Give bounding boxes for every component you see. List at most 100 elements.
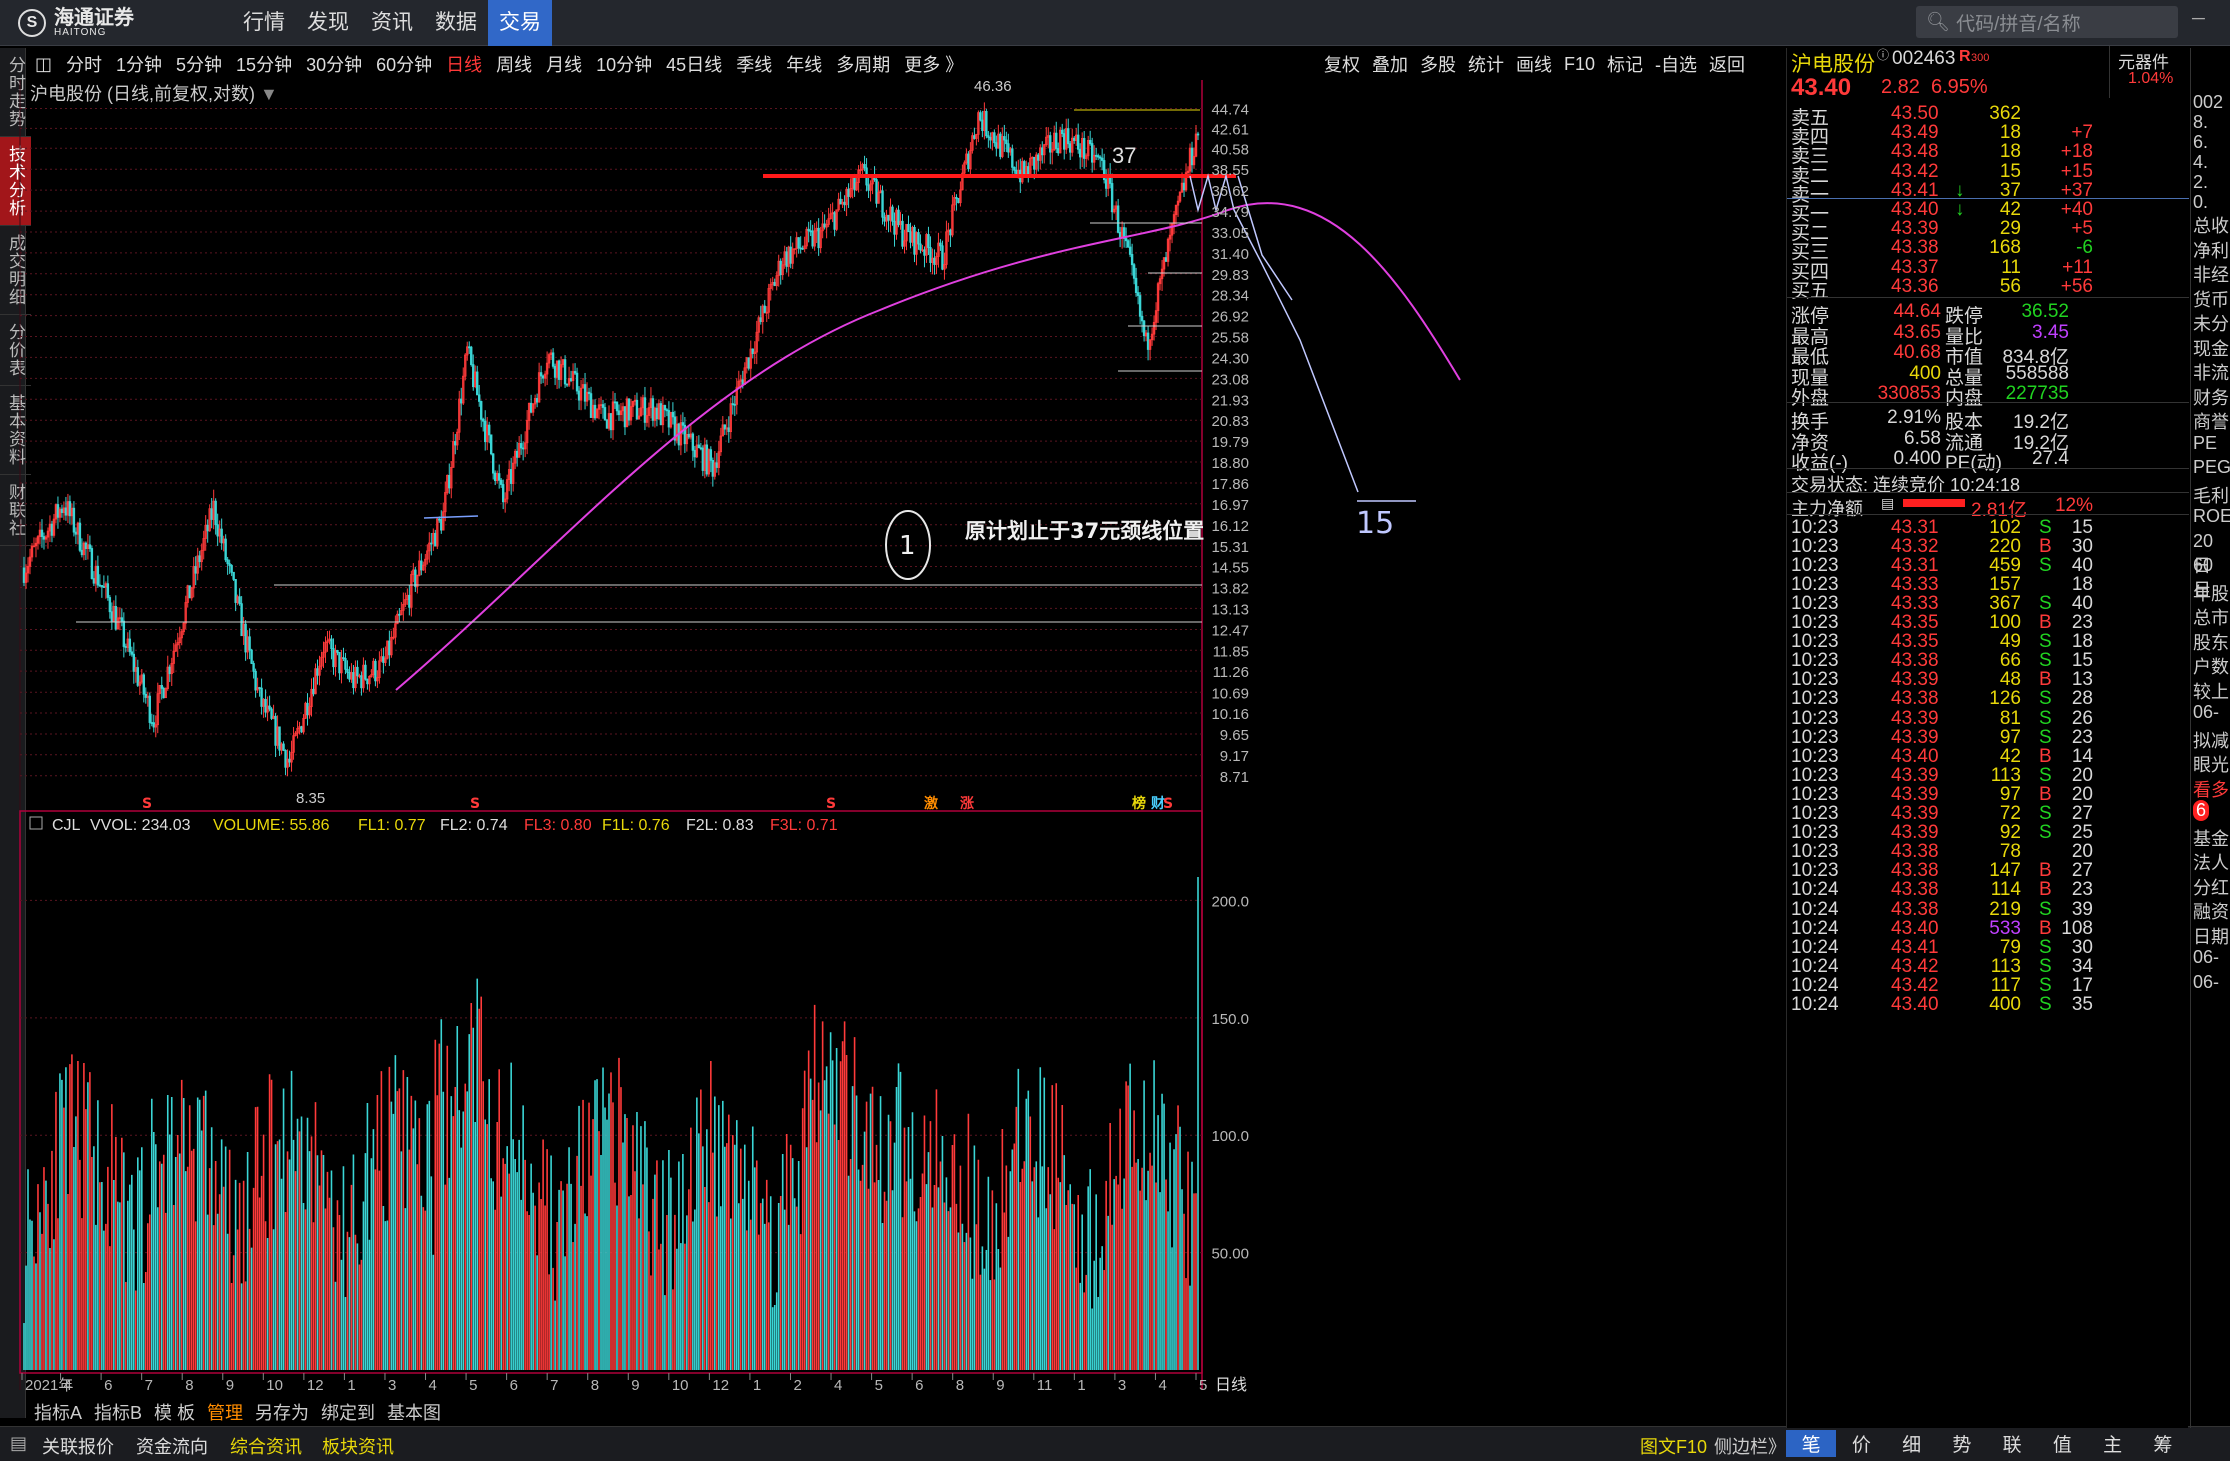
footer-related-quotes[interactable]: 关联报价: [42, 1433, 114, 1459]
footer-composite-news[interactable]: 综合资讯: [230, 1433, 302, 1459]
candle-body: [1090, 143, 1094, 163]
candle-body: [907, 223, 910, 233]
period-45day[interactable]: 45日线: [659, 51, 729, 77]
quote-tab-0[interactable]: 笔: [1786, 1430, 1837, 1457]
tool-back[interactable]: 返回: [1703, 51, 1751, 77]
quote-tab-1[interactable]: 价: [1836, 1430, 1886, 1457]
period-daily[interactable]: 日线: [439, 51, 489, 77]
candle-body: [270, 708, 273, 719]
period-more[interactable]: 更多 》: [897, 51, 970, 77]
candle-body: [244, 623, 247, 653]
candle-body: [1196, 133, 1200, 136]
period-60min[interactable]: 60分钟: [369, 51, 439, 77]
candle-body: [1138, 295, 1142, 317]
period-quarterly[interactable]: 季线: [729, 51, 779, 77]
period-5min[interactable]: 5分钟: [169, 51, 229, 77]
candle-body: [96, 565, 100, 586]
event-marker[interactable]: 榜: [1132, 795, 1146, 812]
nav-item-quotes[interactable]: 行情: [232, 0, 296, 46]
candle-body: [999, 133, 1002, 157]
tool-watchlist[interactable]: -自选: [1649, 51, 1703, 77]
nav-item-data[interactable]: 数据: [424, 0, 488, 46]
candle-body: [338, 652, 341, 674]
candle-body: [687, 433, 691, 438]
candle-body: [577, 390, 581, 401]
footer-sector-news[interactable]: 板块资讯: [322, 1433, 394, 1459]
candle-body: [60, 508, 64, 513]
quote-tab-4[interactable]: 联: [1987, 1430, 2037, 1457]
save-as-tab[interactable]: 另存为: [249, 1399, 315, 1425]
period-tick[interactable]: 分时: [59, 51, 109, 77]
indicator-tabs: 指标A 指标B 模 板 管理 另存为 绑定到 基本图: [28, 1398, 447, 1426]
candle-body: [881, 190, 884, 218]
nav-item-discover[interactable]: 发现: [296, 0, 360, 46]
tool-overlay[interactable]: 叠加: [1366, 51, 1414, 77]
fundamentals-partial-item: 眼光: [2193, 755, 2229, 775]
kline-chart[interactable]: 44.74 42.61 40.58 38.55 36.62 34.79 33.05 31.40…: [0, 80, 1784, 1398]
candle-body: [460, 398, 463, 404]
chart-title-dropdown-icon[interactable]: ▼: [260, 84, 278, 104]
sector-box[interactable]: 元器件 1.04%: [2109, 46, 2187, 98]
footer-fund-flow[interactable]: 资金流向: [136, 1433, 208, 1459]
quote-tab-3[interactable]: 势: [1937, 1430, 1987, 1457]
x-axis-label: 12: [712, 1377, 729, 1394]
candle-body: [731, 403, 734, 406]
footer-f10[interactable]: 图文F10: [1640, 1433, 1707, 1459]
tool-multi-stock[interactable]: 多股: [1414, 51, 1462, 77]
search-box[interactable]: 🔍︎ 代码/拼音/名称: [1916, 6, 2178, 38]
toggle-icon[interactable]: ◫: [28, 54, 59, 75]
period-1min[interactable]: 1分钟: [109, 51, 169, 77]
event-marker[interactable]: S: [826, 796, 836, 812]
candle-body: [150, 722, 153, 724]
price-axis-label: 16.97: [1211, 497, 1249, 514]
template-tab[interactable]: 模 板: [148, 1399, 201, 1425]
basic-chart-tab[interactable]: 基本图: [381, 1399, 447, 1425]
footer-sidebar-toggle[interactable]: 侧边栏》: [1714, 1433, 1786, 1459]
volume-indicator-toggle-icon[interactable]: [29, 816, 43, 830]
candle-body: [949, 229, 952, 236]
event-marker[interactable]: S: [470, 796, 480, 812]
indicator-a-tab[interactable]: 指标A: [28, 1399, 88, 1425]
candle-body: [484, 420, 487, 443]
period-multi[interactable]: 多周期: [829, 51, 897, 77]
manage-tab[interactable]: 管理: [201, 1399, 249, 1425]
period-10min[interactable]: 10分钟: [589, 51, 659, 77]
indicator-b-tab[interactable]: 指标B: [88, 1399, 148, 1425]
quote-tab-6[interactable]: 主: [2088, 1430, 2138, 1457]
event-marker[interactable]: S: [142, 796, 152, 812]
broker-logo[interactable]: S 海通证券 HAITONG: [18, 6, 158, 40]
candle-body: [240, 603, 243, 637]
period-15min[interactable]: 15分钟: [229, 51, 299, 77]
candle-body: [711, 459, 715, 477]
window-caption-icon[interactable]: ─: [2192, 8, 2205, 29]
period-weekly[interactable]: 周线: [489, 51, 539, 77]
candle-body: [306, 702, 309, 716]
nav-item-news[interactable]: 资讯: [360, 0, 424, 46]
event-marker[interactable]: 激: [924, 795, 938, 812]
nav-item-trade[interactable]: 交易: [488, 0, 552, 46]
candle-body: [655, 407, 659, 420]
period-yearly[interactable]: 年线: [779, 51, 829, 77]
tool-adjust[interactable]: 复权: [1318, 51, 1366, 77]
candle-body: [268, 705, 271, 710]
quote-tab-2[interactable]: 细: [1887, 1430, 1937, 1457]
bind-to-tab[interactable]: 绑定到: [315, 1399, 381, 1425]
fundamentals-partial-item: 8.: [2193, 112, 2209, 132]
quote-tab-7[interactable]: 筹: [2138, 1430, 2188, 1457]
event-marker[interactable]: S: [1163, 796, 1173, 812]
footer-menu-icon[interactable]: ▤: [10, 1433, 27, 1454]
candle-body: [967, 153, 970, 170]
candle-body: [344, 658, 347, 670]
event-marker[interactable]: 涨: [960, 796, 974, 812]
candle-body: [1069, 143, 1072, 153]
candle-body: [867, 184, 870, 191]
tool-f10[interactable]: F10: [1558, 54, 1601, 75]
period-monthly[interactable]: 月线: [539, 51, 589, 77]
candle-body: [499, 479, 503, 485]
tool-draw[interactable]: 画线: [1510, 51, 1558, 77]
tool-stats[interactable]: 统计: [1462, 51, 1510, 77]
quote-tab-5[interactable]: 值: [2037, 1430, 2087, 1457]
period-30min[interactable]: 30分钟: [299, 51, 369, 77]
tool-mark[interactable]: 标记: [1601, 51, 1649, 77]
candle-body: [1013, 166, 1016, 171]
